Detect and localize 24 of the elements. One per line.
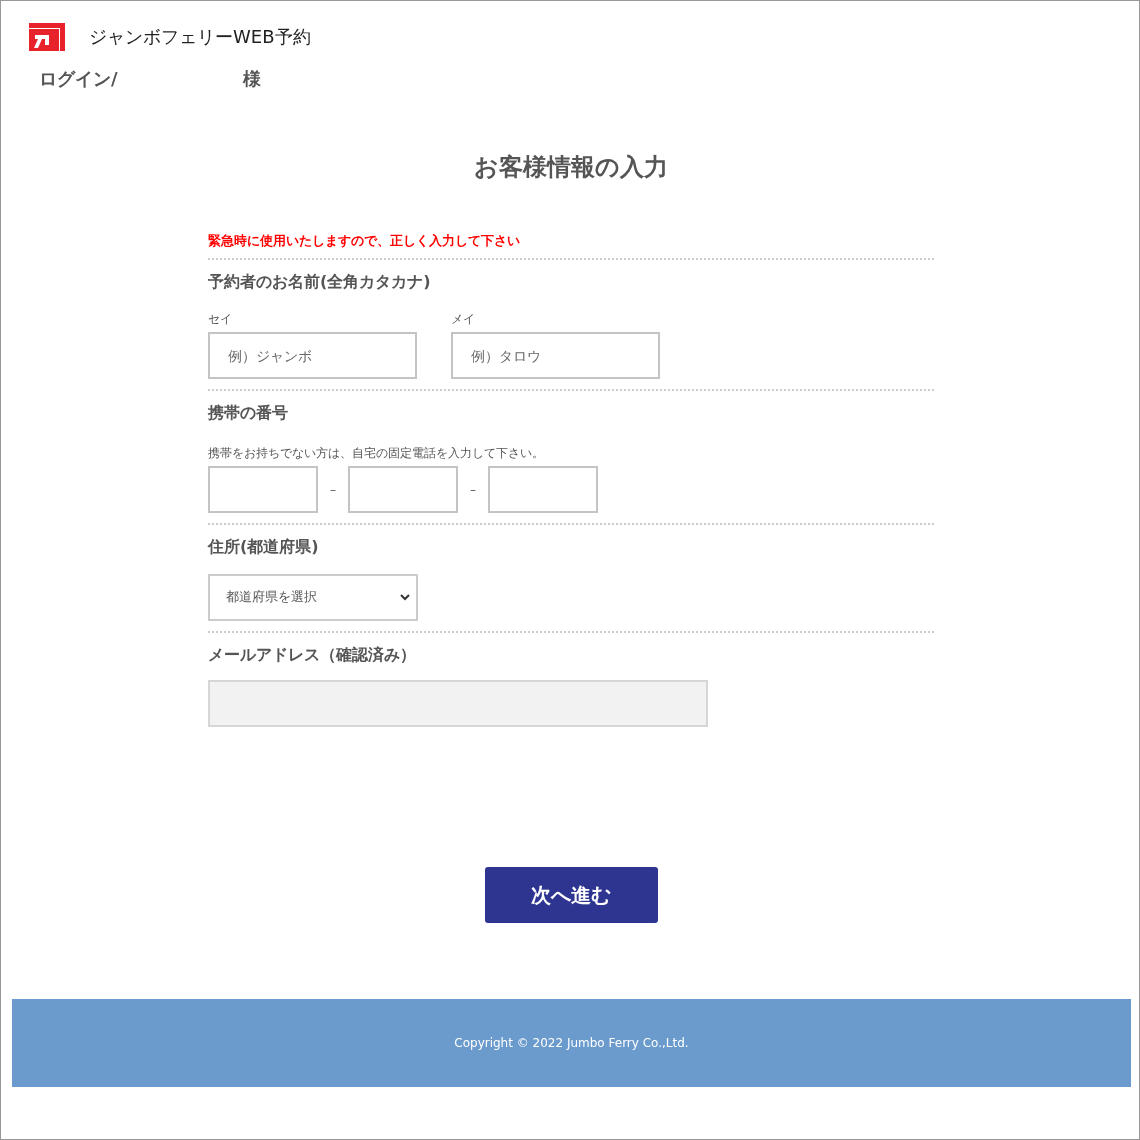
phone-hint: 携帯をお持ちでない方は、自宅の固定電話を入力して下さい。	[208, 446, 544, 460]
next-button[interactable]: 次へ進む	[484, 867, 658, 923]
phone-input-field[interactable]	[348, 466, 458, 513]
section-title: 住所(都道府県)	[208, 537, 320, 558]
name-input-field[interactable]: 例）ジャンボ	[208, 332, 417, 379]
notice-text: 緊急時に使用いたしますので、正しく入力して下さい	[208, 233, 934, 260]
field-label: セイ	[208, 311, 233, 328]
dash-separator: –	[469, 482, 477, 497]
logo-icon	[29, 23, 65, 51]
prefecture-select[interactable]: 都道府県を選択	[208, 574, 418, 621]
section-title: 携帯の番号	[208, 403, 289, 424]
login-label: ログイン/	[39, 67, 119, 91]
section-title: 予約者のお名前(全角カタカナ)	[208, 272, 432, 293]
phone-input-field[interactable]	[488, 466, 598, 513]
copyright-text: Copyright © 2022 Jumbo Ferry Co.,Ltd.	[454, 1036, 689, 1050]
user-suffix: 様	[243, 67, 261, 91]
phone-input-field[interactable]	[208, 466, 318, 513]
section-title: メールアドレス（確認済み）	[208, 645, 417, 666]
chevron-down-icon	[400, 594, 410, 601]
site-title: ジャンボフェリーWEB予約	[89, 25, 311, 49]
name-input-field[interactable]: 例）タロウ	[451, 332, 660, 379]
page-title: お客様情報の入力	[473, 152, 669, 183]
dash-separator: –	[329, 482, 337, 497]
field-label: メイ	[451, 311, 476, 328]
